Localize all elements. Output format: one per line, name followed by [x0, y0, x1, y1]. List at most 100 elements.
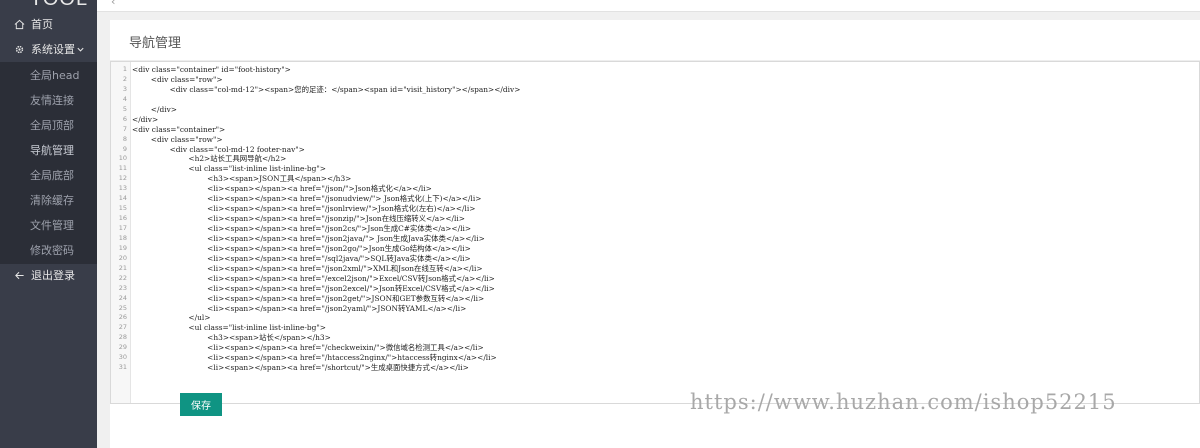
code-text: <li><span></span><a href="/sql2java/">SQ… — [132, 253, 471, 263]
sidebar-item-global-top[interactable]: 全局顶部 — [0, 112, 97, 137]
code-line: 6 </div> — [111, 115, 1199, 125]
sidebar-item-logout[interactable]: 退出登录 — [0, 263, 97, 287]
line-number: 31 — [118, 363, 127, 372]
line-number: 21 — [118, 263, 127, 272]
sidebar-item-global-bottom[interactable]: 全局底部 — [0, 162, 97, 187]
code-line: 28 <h3><span>站长</span></h3> — [111, 333, 1199, 343]
line-number: 15 — [118, 204, 127, 213]
line-number: 22 — [118, 273, 127, 282]
code-text: <div class="row"> — [132, 74, 223, 84]
line-number: 12 — [118, 174, 127, 183]
code-text: <li><span></span><a href="/jsonlrview/">… — [132, 204, 476, 214]
line-number: 8 — [122, 134, 127, 143]
code-text: <li><span></span><a href="/checkweixin/"… — [132, 343, 484, 353]
code-line: 22 <li><span></span><a href="/excel2json… — [111, 274, 1199, 284]
code-line: 27 <ul class="list-inline list-inline-bg… — [111, 323, 1199, 333]
code-text: <li><span></span><a href="/excel2json/">… — [132, 273, 495, 283]
code-line: 8 <div class="row"> — [111, 135, 1199, 145]
code-text: <li><span></span><a href="/json2get/">JS… — [132, 293, 485, 303]
gear-icon — [12, 42, 26, 56]
code-line: 20 <li><span></span><a href="/sql2java/"… — [111, 254, 1199, 264]
line-number: 13 — [118, 184, 127, 193]
code-line: 13 <li><span></span><a href="/json/">Jso… — [111, 184, 1199, 194]
line-number: 17 — [118, 224, 127, 232]
code-text: <li><span></span><a href="/json2java/"> … — [132, 233, 485, 243]
watermark: https://www.huzhan.com/ishop52215 — [690, 390, 1117, 414]
line-number: 4 — [122, 94, 127, 103]
code-line: 4 — [111, 95, 1199, 105]
line-number: 3 — [122, 84, 127, 93]
code-text: <h3><span>JSON工具</span></h3> — [132, 174, 352, 184]
code-text: <div class="container"> — [132, 124, 226, 134]
sidebar-item-change-password[interactable]: 修改密码 — [0, 237, 97, 262]
sidebar-item-label: 系统设置 — [31, 43, 75, 56]
code-text: <h3><span>站长</span></h3> — [132, 333, 331, 343]
line-number: 23 — [118, 283, 127, 292]
code-text: <li><span></span><a href="/htaccess2ngin… — [132, 353, 497, 363]
sidebar-item-nav-management[interactable]: 导航管理 — [0, 137, 97, 162]
code-line: 26 </ul> — [111, 313, 1199, 323]
back-icon[interactable]: ‹ — [111, 0, 115, 8]
code-text: <ul class="list-inline list-inline-bg"> — [132, 323, 326, 333]
brand-logo: TOOL — [30, 0, 88, 11]
line-number: 24 — [118, 293, 127, 302]
code-text: <li><span></span><a href="/json2go/">Jso… — [132, 243, 471, 253]
line-number: 6 — [122, 114, 127, 123]
code-text: <div class="container" id="foot-history"… — [132, 65, 291, 74]
code-line: 30 <li><span></span><a href="/htaccess2n… — [111, 353, 1199, 363]
code-line: 15 <li><span></span><a href="/jsonlrview… — [111, 204, 1199, 214]
home-icon — [12, 17, 26, 31]
sidebar-item-system-settings[interactable]: 系统设置 — [0, 37, 97, 61]
line-number: 14 — [118, 194, 127, 203]
sidebar-item-label: 退出登录 — [31, 269, 75, 282]
code-text: </ul> — [132, 313, 211, 323]
code-line: 31 <li><span></span><a href="/shortcut/"… — [111, 363, 1199, 373]
code-text: <li><span></span><a href="/json2xml/">XM… — [132, 263, 483, 273]
chevron-down-icon — [75, 44, 85, 54]
line-number: 28 — [118, 333, 127, 342]
line-number: 29 — [118, 343, 127, 352]
code-line: 5 </div> — [111, 105, 1199, 115]
line-number: 7 — [122, 124, 127, 133]
line-number: 10 — [118, 154, 127, 163]
code-line: 25 <li><span></span><a href="/json2yaml/… — [111, 304, 1199, 314]
code-line: 17 <li><span></span><a href="/json2cs/">… — [111, 224, 1199, 234]
sidebar-item-global-head[interactable]: 全局head — [0, 62, 97, 87]
code-editor[interactable]: 1 <div class="container" id="foot-history… — [110, 61, 1200, 404]
line-number: 25 — [118, 303, 127, 312]
sidebar-item-home[interactable]: 首页 — [0, 12, 97, 36]
sidebar-item-friend-links[interactable]: 友情连接 — [0, 87, 97, 112]
code-line: 12 <h3><span>JSON工具</span></h3> — [111, 174, 1199, 184]
save-button[interactable]: 保存 — [180, 393, 222, 416]
code-text: <div class="col-md-12 footer-nav"> — [132, 144, 305, 154]
code-line: 21 <li><span></span><a href="/json2xml/"… — [111, 264, 1199, 274]
line-number: 20 — [118, 253, 127, 262]
code-line: 3 <div class="col-md-12"><span>您的足迹：</sp… — [111, 85, 1199, 95]
arrow-left-icon — [12, 268, 26, 282]
sidebar-item-label: 首页 — [31, 18, 53, 31]
top-bar: ‹ — [97, 0, 1200, 12]
code-text: <div class="row"> — [132, 134, 223, 144]
code-text: <li><span></span><a href="/json2cs/">Jso… — [132, 224, 472, 233]
line-number: 26 — [118, 313, 127, 322]
sidebar-item-clear-cache[interactable]: 清除缓存 — [0, 187, 97, 212]
line-number: 27 — [118, 323, 127, 332]
code-text: <h2>站长工具网导航</h2> — [132, 154, 287, 164]
line-number: 2 — [122, 74, 127, 83]
code-line: 7 <div class="container"> — [111, 125, 1199, 135]
code-text: <li><span></span><a href="/json/">Json格式… — [132, 184, 432, 194]
code-text: <div class="col-md-12"><span>您的足迹：</span… — [132, 84, 521, 94]
code-line: 19 <li><span></span><a href="/json2go/">… — [111, 244, 1199, 254]
code-line: 23 <li><span></span><a href="/json2excel… — [111, 284, 1199, 294]
line-number: 5 — [122, 104, 127, 113]
sidebar-item-file-management[interactable]: 文件管理 — [0, 212, 97, 237]
code-line: 1 <div class="container" id="foot-history… — [111, 65, 1199, 75]
code-line: 29 <li><span></span><a href="/checkweixi… — [111, 343, 1199, 353]
page-title: 导航管理 — [129, 36, 182, 51]
code-lines: 1 <div class="container" id="foot-history… — [111, 65, 1199, 373]
code-line: 16 <li><span></span><a href="/jsonzip/">… — [111, 214, 1199, 224]
line-number: 16 — [118, 214, 127, 223]
line-number: 11 — [118, 164, 127, 173]
code-text: <li><span></span><a href="/jsonudview/">… — [132, 194, 482, 204]
